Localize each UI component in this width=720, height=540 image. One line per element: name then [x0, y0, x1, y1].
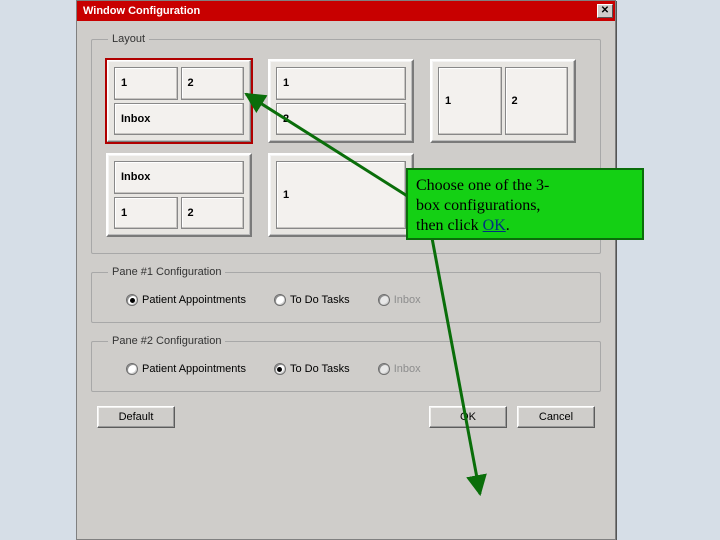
titlebar: Window Configuration ✕ — [77, 1, 615, 21]
pane2-radio-patient[interactable]: Patient Appointments — [126, 363, 246, 375]
window-configuration-dialog: Window Configuration ✕ Layout 1 2 Inbox … — [76, 0, 616, 540]
close-button[interactable]: ✕ — [597, 4, 613, 18]
window-title: Window Configuration — [83, 5, 200, 17]
callout-text: . — [506, 217, 510, 234]
radio-label: Inbox — [394, 294, 421, 306]
pane1-radio-patient[interactable]: Patient Appointments — [126, 294, 246, 306]
layout-option-2[interactable]: 1 2 — [430, 59, 576, 143]
default-button[interactable]: Default — [97, 406, 175, 428]
callout-ok: OK — [483, 217, 506, 234]
radio-icon — [126, 363, 138, 375]
radio-label: Inbox — [394, 363, 421, 375]
pane1-radio-inbox: Inbox — [378, 294, 421, 306]
radio-icon — [274, 363, 286, 375]
layout-cell: Inbox — [114, 103, 244, 136]
instruction-callout: Choose one of the 3- box configurations,… — [406, 168, 644, 240]
layout-cell: Inbox — [114, 161, 244, 194]
radio-label: Patient Appointments — [142, 363, 246, 375]
radio-label: Patient Appointments — [142, 294, 246, 306]
pane1-config-group: Pane #1 Configuration Patient Appointmen… — [91, 266, 601, 323]
layout-cell: 1 — [276, 67, 406, 100]
layout-cell: 1 — [114, 197, 178, 230]
callout-text: box configurations, — [416, 197, 540, 214]
layout-option-0[interactable]: 1 2 Inbox — [106, 59, 252, 143]
pane2-legend: Pane #2 Configuration — [108, 335, 225, 347]
radio-icon — [126, 294, 138, 306]
layout-cell: 2 — [181, 197, 245, 230]
pane2-config-group: Pane #2 Configuration Patient Appointmen… — [91, 335, 601, 392]
radio-icon — [378, 363, 390, 375]
callout-text: Choose one of the 3- — [416, 177, 549, 194]
pane1-radio-todo[interactable]: To Do Tasks — [274, 294, 350, 306]
layout-cell: 2 — [276, 103, 406, 136]
layout-cell: 2 — [505, 67, 569, 135]
layout-option-1[interactable]: 1 2 — [268, 59, 414, 143]
radio-label: To Do Tasks — [290, 294, 350, 306]
radio-icon — [378, 294, 390, 306]
layout-cell: 1 — [276, 161, 406, 229]
layout-legend: Layout — [108, 33, 149, 45]
close-icon: ✕ — [601, 5, 609, 16]
pane2-radio-todo[interactable]: To Do Tasks — [274, 363, 350, 375]
pane2-radio-inbox: Inbox — [378, 363, 421, 375]
pane1-legend: Pane #1 Configuration — [108, 266, 225, 278]
callout-text: then click — [416, 217, 483, 234]
layout-cell: 1 — [114, 67, 178, 100]
layout-option-3[interactable]: Inbox 1 2 — [106, 153, 252, 237]
dialog-button-row: Default OK Cancel — [91, 404, 601, 428]
radio-icon — [274, 294, 286, 306]
radio-label: To Do Tasks — [290, 363, 350, 375]
layout-cell: 2 — [181, 67, 245, 100]
cancel-button[interactable]: Cancel — [517, 406, 595, 428]
ok-button[interactable]: OK — [429, 406, 507, 428]
layout-cell: 1 — [438, 67, 502, 135]
layout-option-4[interactable]: 1 — [268, 153, 414, 237]
